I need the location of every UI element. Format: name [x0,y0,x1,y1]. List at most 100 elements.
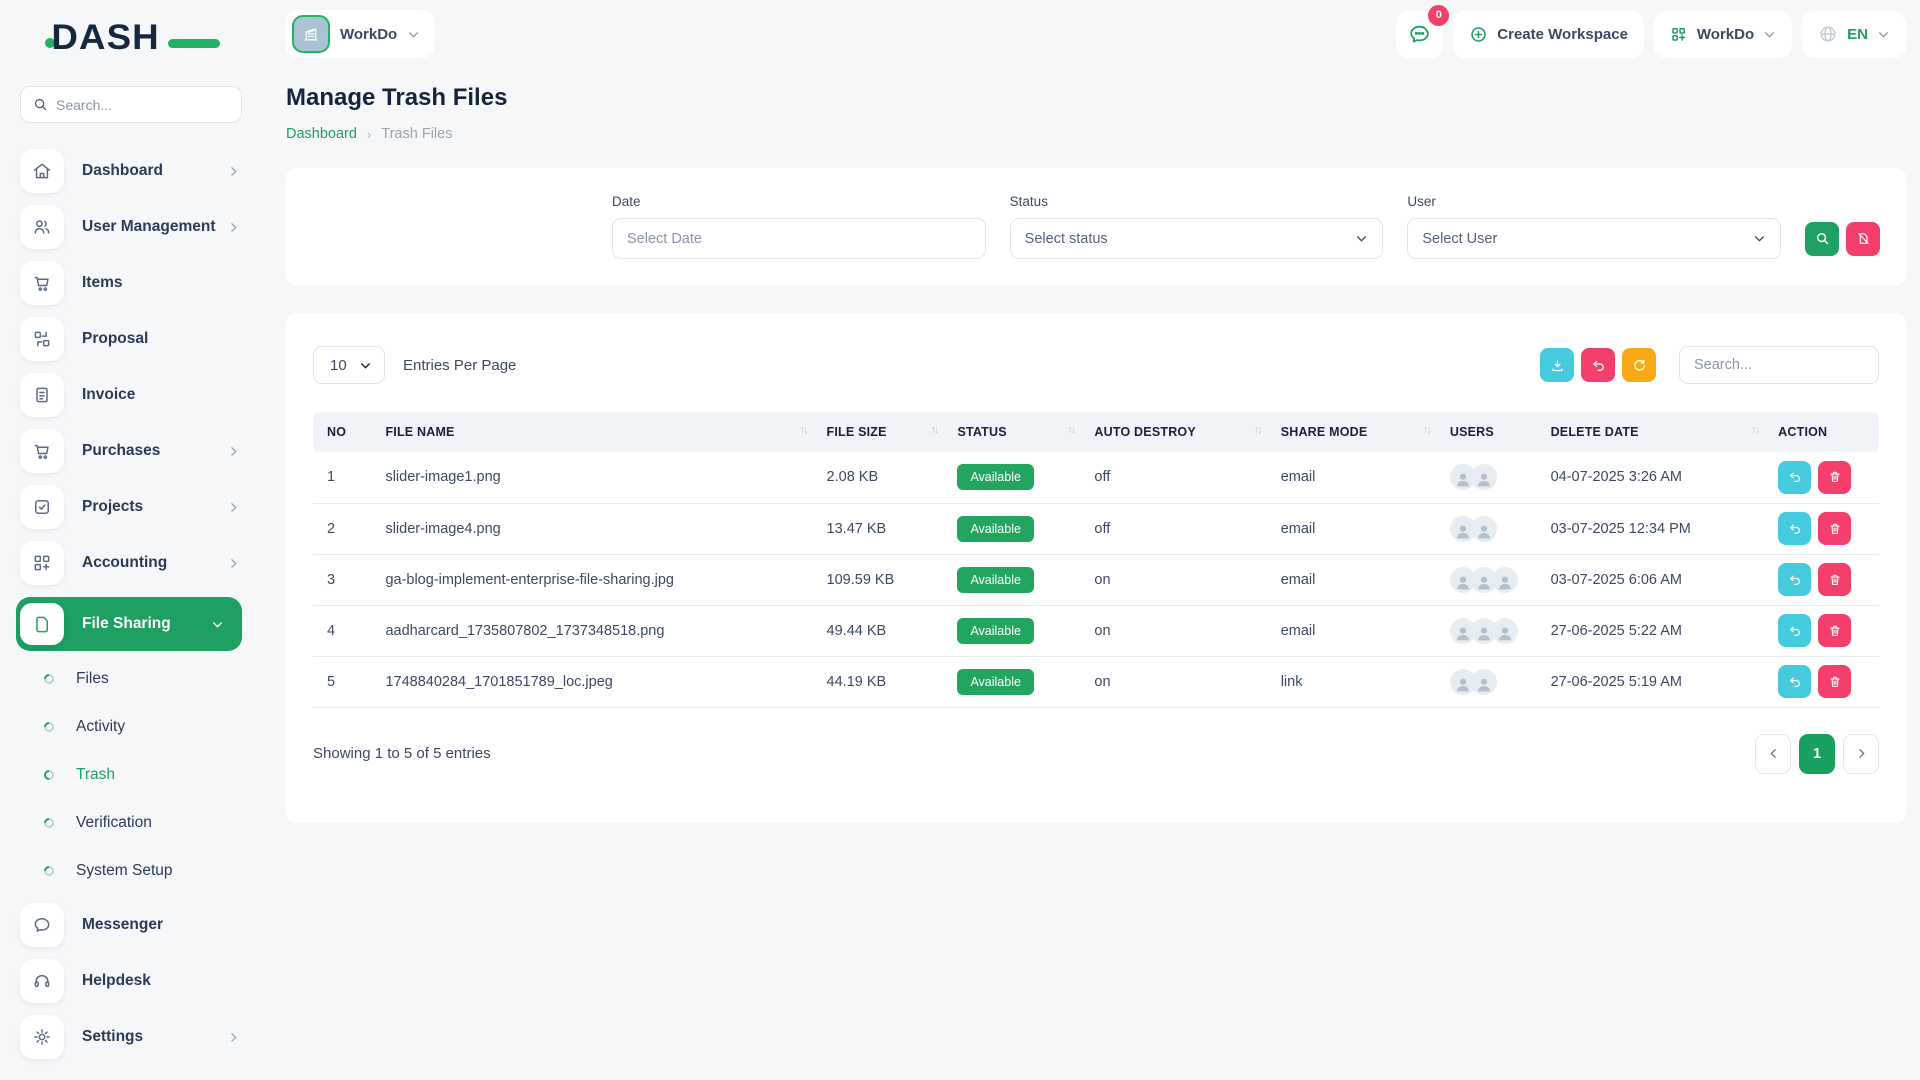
sidebar-item-accounting[interactable]: Accounting [20,541,262,585]
reset-filter-button[interactable] [1846,222,1880,256]
trash-files-panel: 10 Entries Per Page [286,313,1906,823]
col-header-status[interactable]: STATUS↑↓ [947,412,1084,452]
page-size-select[interactable]: 10 [313,346,385,384]
user-avatars [1450,669,1531,695]
pagination-page-1[interactable]: 1 [1799,734,1835,774]
workspace-selector[interactable]: WorkDo [286,10,434,58]
sidebar-item-label: Projects [82,498,143,516]
submenu-item-system-setup[interactable]: System Setup [20,855,262,887]
sidebar-item-label: File Sharing [82,615,171,633]
status-badge: Available [957,567,1034,593]
sidebar-item-dashboard[interactable]: Dashboard [20,149,262,193]
table-row: 4 aadharcard_1735807802_1737348518.png 4… [313,605,1879,656]
app-logo[interactable]: DASH [54,18,194,64]
sidebar-item-file-sharing[interactable]: File Sharing [16,597,242,651]
date-picker[interactable] [612,218,986,259]
status-select-value: Select status [1025,231,1108,247]
pagination-next-button[interactable] [1843,734,1879,774]
filter-panel: Date Status Select status User Select Us… [286,168,1906,285]
bullet-icon [42,864,56,878]
submenu-item-label: Files [76,670,109,688]
chevron-down-icon [1763,28,1776,41]
globe-icon [1818,24,1838,44]
sidebar-item-invoice[interactable]: Invoice [20,373,262,417]
col-header-auto-destroy[interactable]: AUTO DESTROY↑↓ [1084,412,1270,452]
submenu-item-verification[interactable]: Verification [20,807,262,839]
file-off-icon [1856,231,1871,246]
table-search-input[interactable] [1694,357,1864,373]
cell-auto-destroy: on [1084,605,1270,656]
sidebar-item-label: Messenger [82,916,163,934]
sidebar-item-purchases[interactable]: Purchases [20,429,262,473]
restore-file-button[interactable] [1778,563,1811,596]
delete-file-button[interactable] [1818,614,1851,647]
workdo-menu-label: WorkDo [1697,26,1754,43]
apply-filter-button[interactable] [1805,222,1839,256]
chevron-down-icon [1355,232,1368,245]
submenu-item-label: System Setup [76,862,173,880]
sidebar-item-settings[interactable]: Settings [20,1015,262,1059]
status-select[interactable]: Select status [1010,218,1384,259]
cell-no: 2 [313,503,375,554]
submenu-item-files[interactable]: Files [20,663,262,695]
sidebar-item-projects[interactable]: Projects [20,485,262,529]
delete-file-button[interactable] [1818,665,1851,698]
chevron-right-icon [227,165,240,178]
cell-share-mode: email [1271,554,1440,605]
restore-file-button[interactable] [1778,614,1811,647]
language-selector[interactable]: EN [1802,11,1906,58]
date-input[interactable] [627,231,971,247]
search-icon [33,97,48,112]
filter-buttons [1805,222,1880,256]
restore-file-button[interactable] [1778,461,1811,494]
workdo-menu-button[interactable]: WorkDo [1654,11,1792,58]
delete-file-button[interactable] [1818,563,1851,596]
sidebar-item-items[interactable]: Items [20,261,262,305]
breadcrumb-dashboard-link[interactable]: Dashboard [286,126,357,142]
submenu-item-activity[interactable]: Activity [20,711,262,743]
logo-text: DASH [51,18,159,58]
sidebar-search-input[interactable] [56,97,229,113]
submenu-item-trash[interactable]: Trash [20,759,262,791]
create-workspace-button[interactable]: Create Workspace [1453,11,1644,58]
messages-button[interactable]: 0 [1396,11,1443,58]
cell-auto-destroy: on [1084,554,1270,605]
user-avatars [1450,464,1531,490]
chevron-down-icon [407,28,420,41]
delete-file-button[interactable] [1818,461,1851,494]
sidebar-item-messenger[interactable]: Messenger [20,903,262,947]
user-avatars [1450,618,1531,644]
plus-circle-icon [1469,25,1488,44]
sort-icon: ↑↓ [930,424,937,436]
user-select[interactable]: Select User [1407,218,1781,259]
cell-no: 1 [313,452,375,503]
bullet-icon [42,816,56,830]
col-header-share-mode[interactable]: SHARE MODE↑↓ [1271,412,1440,452]
sidebar-search[interactable] [20,86,242,123]
pagination-prev-button[interactable] [1755,734,1791,774]
restore-file-button[interactable] [1778,512,1811,545]
restore-file-button[interactable] [1778,665,1811,698]
cell-file-name: ga-blog-implement-enterprise-file-sharin… [375,554,816,605]
col-header-delete-date[interactable]: DELETE DATE↑↓ [1541,412,1769,452]
download-icon [1550,358,1565,373]
refresh-button[interactable] [1622,348,1656,382]
sidebar-item-proposal[interactable]: Proposal [20,317,262,361]
row-actions [1778,563,1869,596]
export-button[interactable] [1540,348,1574,382]
avatar [1471,669,1497,695]
col-header-file-name[interactable]: FILE NAME↑↓ [375,412,816,452]
cell-no: 4 [313,605,375,656]
grid-plus-icon [1670,25,1688,43]
table-search[interactable] [1679,346,1879,384]
delete-file-button[interactable] [1818,512,1851,545]
cell-auto-destroy: on [1084,656,1270,707]
sidebar-item-helpdesk[interactable]: Helpdesk [20,959,262,1003]
restore-all-button[interactable] [1581,348,1615,382]
main-content: WorkDo 0 Create Workspace WorkDo [262,0,1920,1080]
col-header-file-size[interactable]: FILE SIZE↑↓ [817,412,948,452]
chevron-down-icon [359,359,372,372]
sidebar-item-label: Settings [82,1028,143,1046]
sidebar-item-user-management[interactable]: User Management [20,205,262,249]
trash-icon [1828,522,1842,536]
